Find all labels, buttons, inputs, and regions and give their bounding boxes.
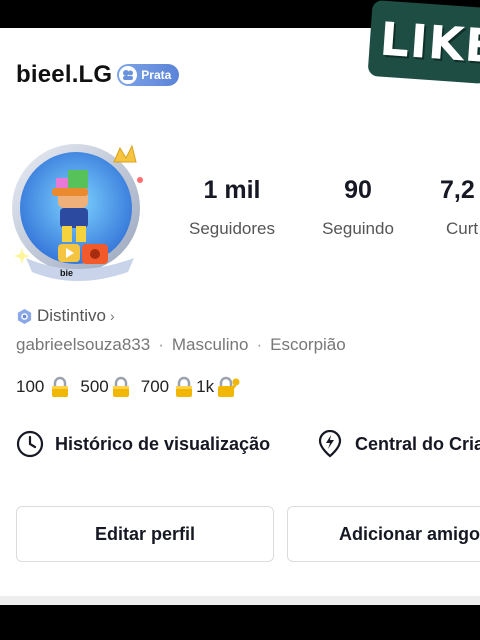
chevron-right-icon: › (109, 308, 115, 324)
lock-icon (51, 376, 69, 398)
badge-icon (119, 66, 138, 84)
lock-icon (112, 376, 130, 398)
likes-count: 7,2 (440, 176, 475, 204)
following-label: Seguindo (322, 219, 394, 238)
creator-center-label: Central do Cria (355, 433, 480, 454)
bio-goals: 100 500 700 1k (16, 376, 244, 398)
stat-likes[interactable]: 7,2 Curt (440, 176, 480, 239)
badge-hexagon-icon (17, 308, 32, 324)
badge-label: Prata (141, 68, 172, 82)
add-friend-button[interactable]: Adicionar amigo (287, 506, 480, 562)
followers-count: 1 mil (203, 176, 261, 204)
viewing-history-label: Histórico de visualização (55, 433, 271, 454)
handle: gabrieelsouza833 (16, 335, 151, 354)
like-sticker: LIKE (367, 0, 480, 85)
username-row: bieel.LG Prata (16, 60, 180, 90)
distintivo-link[interactable]: Distintivo › (16, 306, 115, 326)
avatar-tag: bie (60, 268, 74, 278)
avatar[interactable]: bie (8, 140, 148, 290)
like-sticker-text: LIKE (378, 11, 480, 74)
edit-profile-button[interactable]: Editar perfil (16, 506, 274, 562)
gender: Masculino (171, 335, 249, 354)
viewing-history-link[interactable]: Histórico de visualização (16, 430, 270, 458)
separator: · (158, 335, 164, 354)
profile-screen: bieel.LG Prata bie 1 mil Seguidores 90 S… (0, 28, 480, 605)
lock-with-key-icon (217, 376, 241, 398)
silver-badge[interactable]: Prata (117, 64, 180, 86)
goal-value: 100 (16, 377, 45, 396)
following-count: 90 (344, 176, 372, 204)
followers-label: Seguidores (188, 219, 275, 238)
clock-icon (16, 430, 44, 458)
goal-value: 700 (140, 377, 170, 396)
section-divider (0, 596, 480, 605)
lock-icon (175, 376, 193, 398)
profile-info: gabrieelsouza833 · Masculino · Escorpião (16, 335, 346, 355)
stat-followers[interactable]: 1 mil Seguidores (182, 176, 282, 239)
goal-value: 500 (80, 377, 109, 396)
username: bieel.LG (16, 61, 113, 88)
zodiac-sign: Escorpião (270, 335, 346, 354)
separator: · (256, 335, 263, 354)
lightning-bulb-icon (318, 430, 342, 458)
goal-value: 1k (196, 377, 215, 396)
bottom-black-bar (0, 605, 480, 640)
creator-center-link[interactable]: Central do Cria (316, 430, 480, 458)
stat-following[interactable]: 90 Seguindo (312, 176, 404, 239)
likes-label: Curt (446, 219, 479, 238)
distintivo-label: Distintivo (37, 306, 106, 325)
